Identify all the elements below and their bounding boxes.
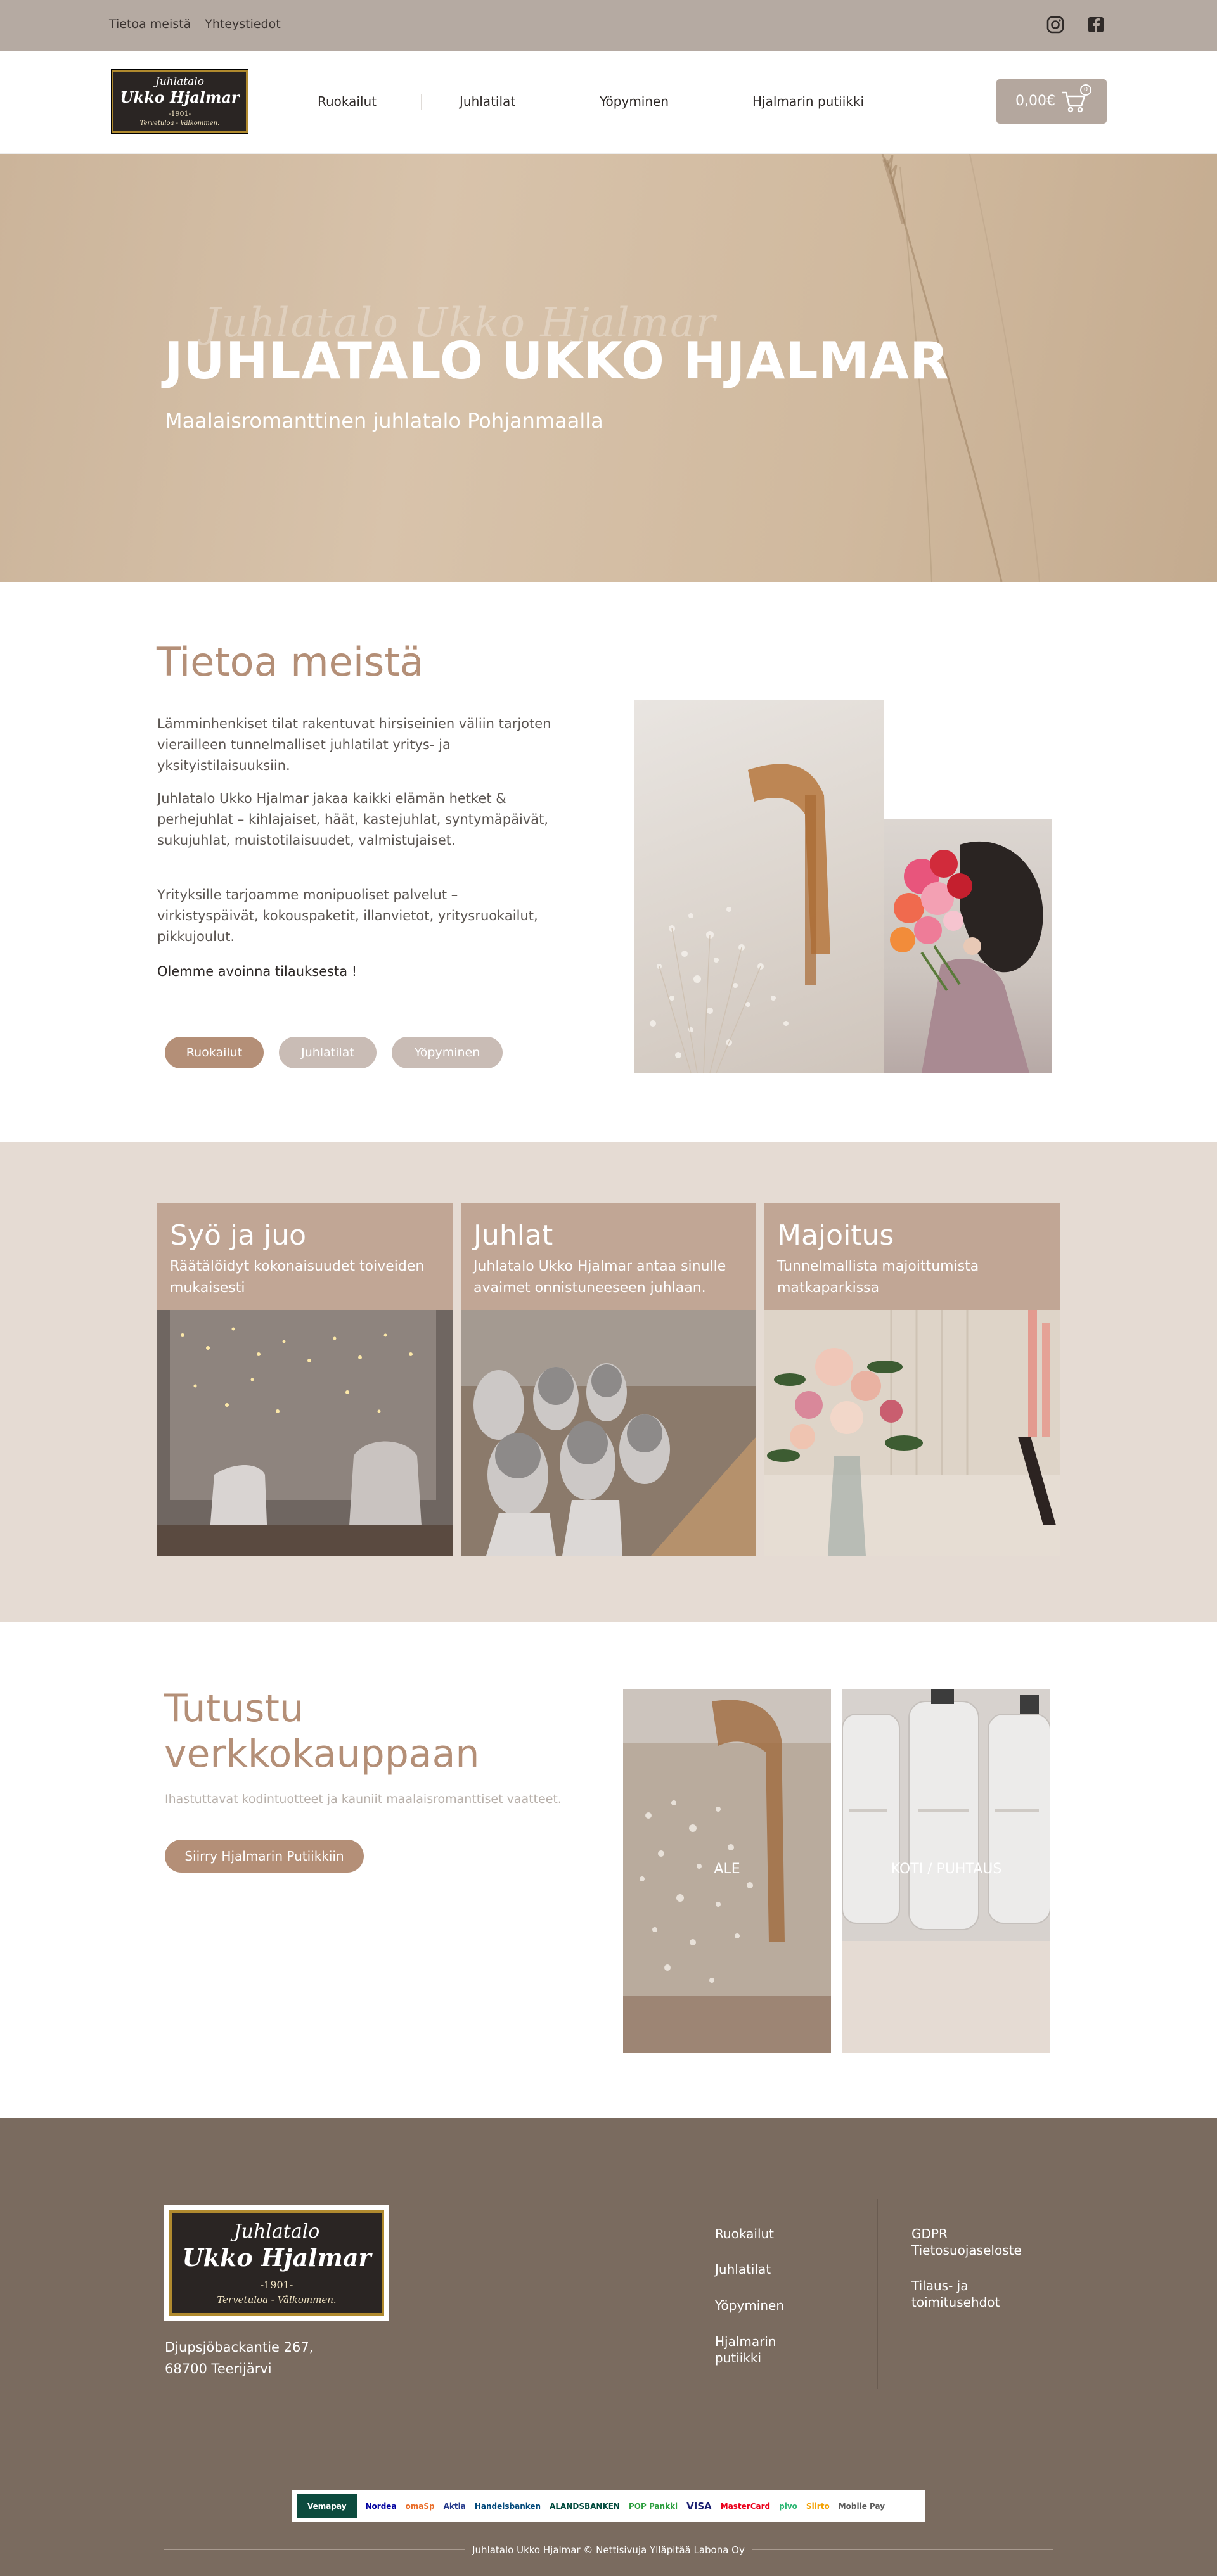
lights-photo	[157, 1310, 453, 1556]
instagram-icon[interactable]	[1046, 15, 1065, 34]
category-tile-ale[interactable]: ALE	[623, 1689, 831, 2053]
about-paragraph: Juhlatalo Ukko Hjalmar jakaa kaikki eläm…	[157, 791, 549, 848]
footer-divider	[877, 2199, 878, 2389]
site-logo[interactable]: Juhlatalo Ukko Hjalmar -1901- Tervetuloa…	[112, 70, 248, 133]
cart-amount: 0,00€	[1015, 93, 1055, 109]
shop-description: Ihastuttavat kodintuotteet ja kauniit ma…	[165, 1792, 562, 1806]
payment-logo: ALANDSBANKEN	[550, 2502, 620, 2511]
nav-divider	[421, 94, 422, 110]
address-line: 68700 Teerijärvi	[165, 2361, 272, 2376]
service-card-food[interactable]: Syö ja juo Räätälöidyt kokonaisuudet toi…	[157, 1203, 453, 1556]
address-line: Djupsjöbackantie 267,	[165, 2340, 314, 2355]
shop-button[interactable]: Siirry Hjalmarin Putiikkiin	[165, 1840, 364, 1873]
about-open-text: Olemme avoinna tilauksesta !	[157, 964, 357, 979]
tile-label: KOTI / PUHTAUS	[891, 1861, 1002, 1877]
juhlatilat-button[interactable]: Juhlatilat	[279, 1037, 377, 1068]
yopyminen-button[interactable]: Yöpyminen	[392, 1037, 503, 1068]
card-title: Juhlat	[473, 1219, 553, 1252]
footer-copyright: Juhlatalo Ukko Hjalmar © Nettisivuja Yll…	[0, 2544, 1217, 2556]
footer-logo-line3: -1901-	[260, 2279, 293, 2291]
about-section: Tietoa meistä Lämminhenkiset tilat raken…	[0, 582, 1217, 1142]
copyright-text[interactable]: Juhlatalo Ukko Hjalmar © Nettisivuja Yll…	[465, 2544, 752, 2556]
header: Juhlatalo Ukko Hjalmar -1901- Tervetuloa…	[0, 51, 1217, 154]
payment-logo: Siirto	[806, 2502, 830, 2511]
payment-logo: Nordea	[365, 2502, 397, 2511]
payment-logo: omaSp	[405, 2502, 435, 2511]
hero-title: JUHLATALO UKKO HJALMAR	[164, 331, 950, 390]
payment-logo: POP Pankki	[628, 2502, 678, 2511]
hero-subtitle: Maalaisromanttinen juhlatalo Pohjanmaall…	[165, 409, 603, 433]
footer-link-ruokailut[interactable]: Ruokailut	[715, 2226, 774, 2242]
card-description: Juhlatalo Ukko Hjalmar antaa sinulle ava…	[473, 1259, 726, 1296]
footer-logo-line1: Juhlatalo	[233, 2220, 320, 2243]
payment-methods: Vemapay Nordea omaSp Aktia Handelsbanken…	[292, 2490, 925, 2522]
service-card-parties[interactable]: Juhlat Juhlatalo Ukko Hjalmar antaa sinu…	[461, 1203, 756, 1556]
service-card-accommodation[interactable]: Majoitus Tunnelmallista majoittumista ma…	[764, 1203, 1060, 1556]
payment-logo: pivo	[779, 2502, 797, 2511]
payment-logo: Mobile Pay	[838, 2502, 885, 2511]
top-link-about[interactable]: Tietoa meistä	[109, 17, 191, 31]
category-tile-home[interactable]: KOTI / PUHTAUS	[842, 1689, 1050, 2053]
cart-count-badge: 0	[1080, 84, 1091, 96]
logo-line1: Juhlatalo	[155, 75, 204, 88]
about-title: Tietoa meistä	[157, 639, 424, 685]
services-section: Syö ja juo Räätälöidyt kokonaisuudet toi…	[0, 1142, 1217, 1622]
hero-banner: Juhlatalo Ukko Hjalmar JUHLATALO UKKO HJ…	[0, 154, 1217, 582]
card-description: Räätälöidyt kokonaisuudet toiveiden muka…	[170, 1259, 425, 1296]
shop-title: Tutustu verkkokauppaan	[164, 1686, 480, 1776]
social-links	[1046, 15, 1105, 34]
payment-logo: Vemapay	[297, 2494, 357, 2518]
logo-line3: -1901-	[168, 110, 191, 118]
footer-link-gdpr[interactable]: GDPR Tietosuojaseloste	[911, 2226, 1022, 2259]
footer-link-terms[interactable]: Tilaus- ja toimitusehdot	[911, 2278, 1026, 2310]
about-paragraph: Lämminhenkiset tilat rakentuvat hirsisei…	[157, 716, 551, 773]
logo-line2: Ukko Hjalmar	[120, 88, 240, 106]
payment-logo: VISA	[686, 2501, 712, 2512]
footer-address: Djupsjöbackantie 267, 68700 Teerijärvi	[165, 2336, 313, 2380]
flowers-candles-photo	[764, 1310, 1060, 1556]
footer: Juhlatalo Ukko Hjalmar -1901- Tervetuloa…	[0, 2118, 1217, 2576]
card-description: Tunnelmallista majoittumista matkaparkis…	[777, 1259, 979, 1296]
top-link-contact[interactable]: Yhteystiedot	[205, 17, 280, 31]
footer-logo-line4: Tervetuloa - Välkommen.	[217, 2294, 337, 2305]
facebook-icon[interactable]	[1086, 15, 1105, 34]
payment-logo: Aktia	[443, 2502, 466, 2511]
tile-label: ALE	[714, 1861, 740, 1877]
gypsophila-chair-photo	[634, 700, 884, 1073]
about-paragraph: Yrityksille tarjoamme monipuoliset palve…	[157, 887, 538, 944]
top-bar: Tietoa meistä Yhteystiedot	[0, 0, 1217, 51]
nav-item-yopyminen[interactable]: Yöpyminen	[600, 94, 669, 109]
ruokailut-button[interactable]: Ruokailut	[165, 1037, 264, 1068]
nav-item-putiikki[interactable]: Hjalmarin putiikki	[752, 94, 864, 109]
cart-button[interactable]: 0,00€ 0	[996, 79, 1107, 124]
logo-line4: Tervetuloa - Välkommen.	[139, 120, 220, 127]
flower-bouquet-photo	[884, 819, 1052, 1073]
nav-item-ruokailut[interactable]: Ruokailut	[318, 94, 377, 109]
footer-link-putiikki[interactable]: Hjalmarin putiikki	[715, 2333, 797, 2366]
footer-link-juhlatilat[interactable]: Juhlatilat	[715, 2261, 771, 2278]
chairs-photo	[461, 1310, 756, 1556]
payment-logo: Handelsbanken	[474, 2502, 541, 2511]
footer-logo-line2: Ukko Hjalmar	[182, 2243, 371, 2272]
footer-logo[interactable]: Juhlatalo Ukko Hjalmar -1901- Tervetuloa…	[164, 2205, 389, 2321]
footer-link-yopyminen[interactable]: Yöpyminen	[715, 2297, 784, 2314]
top-links: Tietoa meistä Yhteystiedot	[109, 17, 281, 31]
payment-logo: MasterCard	[720, 2502, 771, 2511]
card-title: Majoitus	[777, 1219, 894, 1252]
card-title: Syö ja juo	[170, 1219, 307, 1252]
nav-item-juhlatilat[interactable]: Juhlatilat	[460, 94, 515, 109]
shop-section: Tutustu verkkokauppaan Ihastuttavat kodi…	[0, 1622, 1217, 2118]
